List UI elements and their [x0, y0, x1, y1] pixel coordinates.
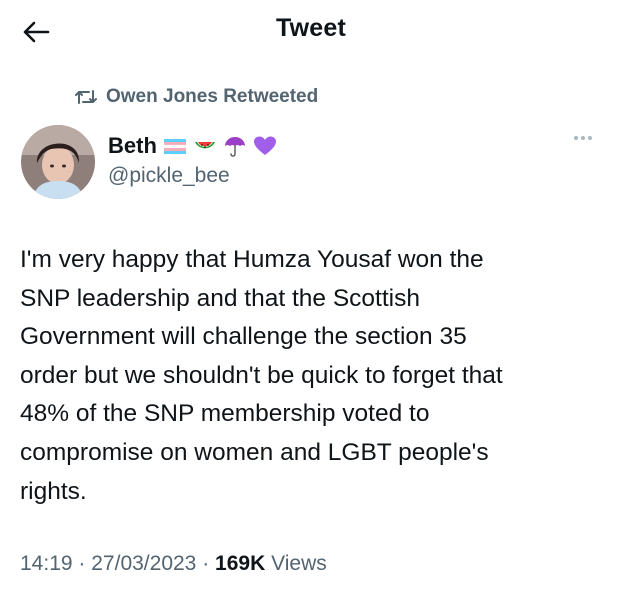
purple-heart-icon	[253, 136, 276, 155]
page-title: Tweet	[276, 14, 346, 42]
tweet-text-line: SNP leadership and that the Scottish	[20, 284, 420, 312]
tweet-date[interactable]: 27/03/2023	[91, 552, 196, 575]
tweet-text-line: compromise on women and LGBT people's	[20, 438, 489, 466]
watermelon-icon	[194, 142, 215, 149]
author-handle[interactable]: @pickle_bee	[108, 164, 230, 188]
tweet-meta: 14:19 · 27/03/2023 · 169K Views	[20, 552, 327, 576]
views-count: 169K	[215, 552, 266, 575]
tweet-text-line: rights.	[20, 477, 87, 505]
more-options-icon[interactable]	[574, 136, 592, 140]
tweet-text-line: 48% of the SNP membership voted to	[20, 400, 430, 428]
retweet-icon	[75, 90, 97, 104]
tweet-text: I'm very happy that Humza Yousaf won the…	[20, 241, 610, 511]
views-label: Views	[271, 552, 327, 575]
meta-separator: ·	[202, 552, 210, 575]
header-bar: Tweet	[0, 0, 622, 60]
meta-separator: ·	[78, 552, 86, 575]
retweet-label: Owen Jones Retweeted	[106, 86, 319, 107]
umbrella-icon	[224, 137, 245, 157]
author-name: Beth	[108, 133, 157, 158]
tweet-text-line: order but we shouldn't be quick to forge…	[20, 361, 503, 389]
retweet-indicator[interactable]: Owen Jones Retweeted	[74, 86, 318, 108]
tweet-text-line: I'm very happy that Humza Yousaf won the	[20, 246, 484, 273]
author-name-row[interactable]: Beth	[108, 133, 277, 159]
tweet-text-line: Government will challenge the section 35	[20, 323, 467, 351]
avatar[interactable]	[21, 125, 95, 199]
transgender-flag-icon	[163, 139, 187, 154]
tweet-time[interactable]: 14:19	[20, 552, 73, 575]
